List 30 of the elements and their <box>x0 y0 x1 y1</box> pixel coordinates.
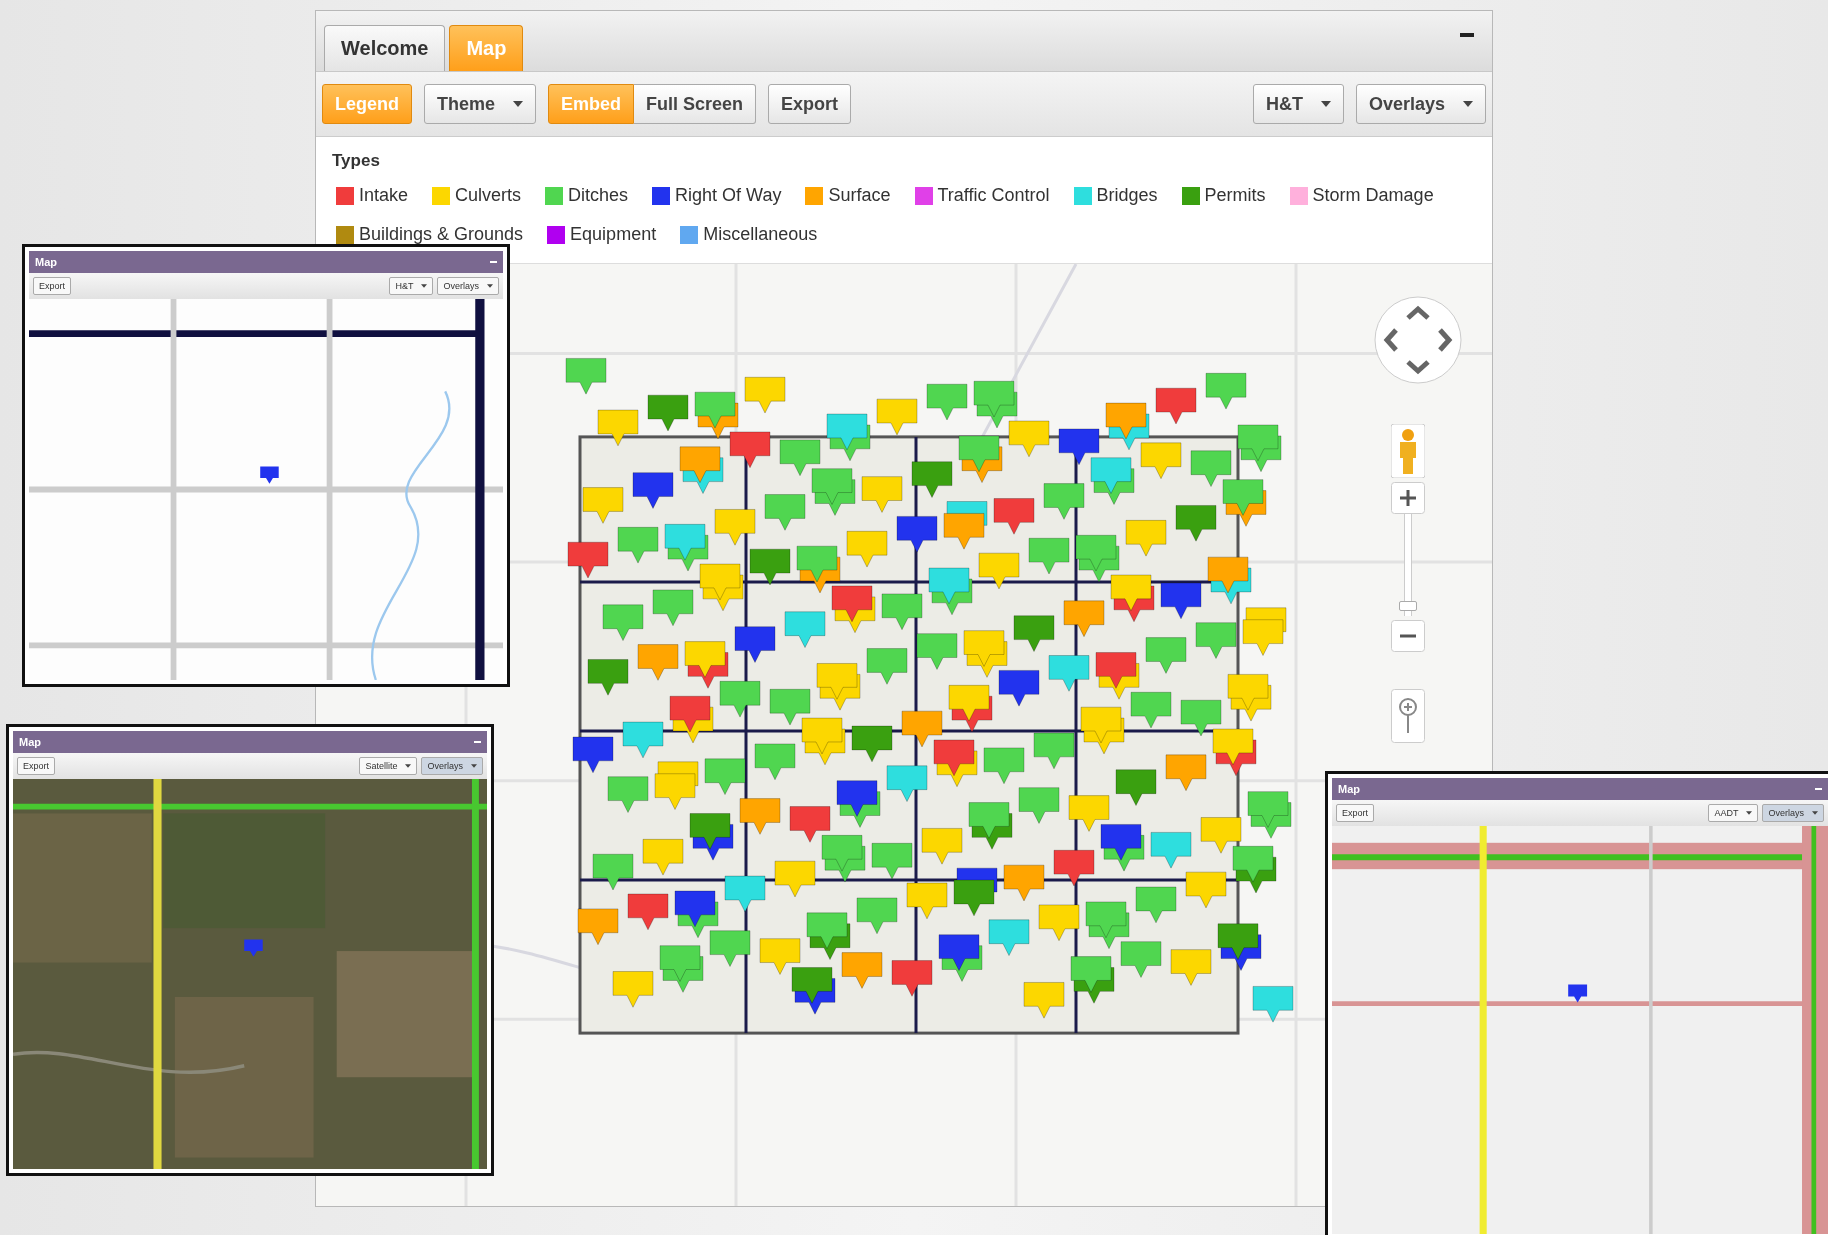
legend-label: Bridges <box>1096 185 1158 206</box>
legend-label: Equipment <box>570 224 657 245</box>
legend-label: Traffic Control <box>937 185 1050 206</box>
window-title: Map <box>35 256 57 268</box>
segment-button[interactable]: Full Screen <box>634 84 757 124</box>
legend-label: Ditches <box>568 185 629 206</box>
toolbar-button[interactable]: Export <box>17 757 55 775</box>
window-title: Map <box>19 736 41 748</box>
caret-icon <box>1812 811 1818 815</box>
legend-label: Buildings & Grounds <box>359 224 524 245</box>
caret-icon <box>1320 101 1331 107</box>
dropdown-button[interactable]: Overlays <box>1355 84 1486 124</box>
toolbar-button[interactable]: Export <box>768 84 852 124</box>
legend-label: Miscellaneous <box>703 224 818 245</box>
legend-label: Storm Damage <box>1312 185 1434 206</box>
dropdown-button[interactable]: Theme <box>424 84 537 124</box>
legend-label: Right Of Way <box>675 185 782 206</box>
dropdown-button[interactable]: AADT <box>1708 804 1759 822</box>
toolbar-button[interactable]: Export <box>33 277 71 295</box>
dropdown-button[interactable]: Overlays <box>1762 804 1824 822</box>
caret-icon <box>1463 101 1473 107</box>
legend-label: Permits <box>1204 185 1266 206</box>
legend-label: Surface <box>828 185 891 206</box>
tab[interactable]: Welcome <box>324 25 446 71</box>
legend-label: Intake <box>359 185 409 206</box>
dropdown-button[interactable]: H&T <box>1252 84 1344 124</box>
caret-icon <box>1746 811 1753 815</box>
legend-title: Types <box>332 151 381 171</box>
caret-icon <box>513 101 524 107</box>
legend-label: Culverts <box>455 185 522 206</box>
